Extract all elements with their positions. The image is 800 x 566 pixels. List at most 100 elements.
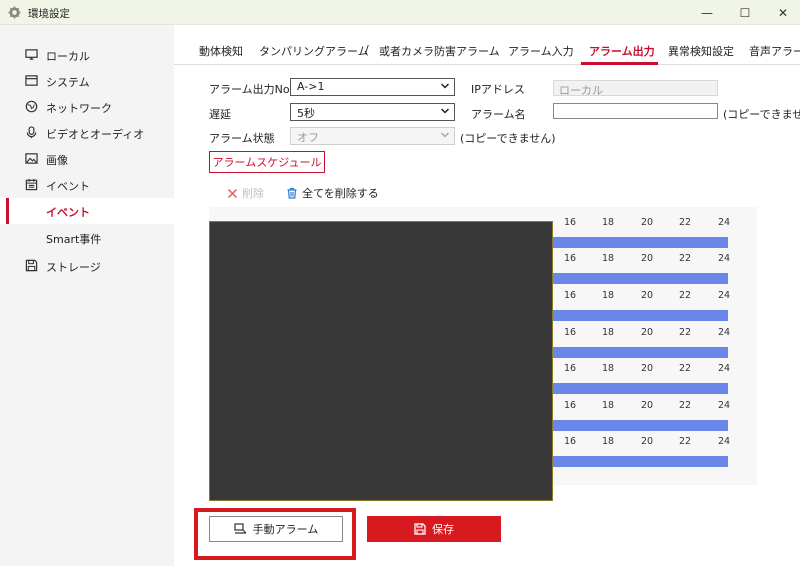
sidebar-item-label: 画像 bbox=[46, 154, 68, 167]
sidebar-item-image[interactable]: 画像 bbox=[0, 146, 174, 172]
tick-label: 20 bbox=[640, 436, 654, 447]
trash-icon bbox=[287, 187, 297, 199]
chevron-down-icon bbox=[440, 132, 450, 138]
tick-label: 24 bbox=[717, 290, 731, 301]
save-icon bbox=[25, 259, 38, 272]
tab-exception-settings[interactable]: 異常検知設定 bbox=[668, 43, 734, 59]
tick-label: 16 bbox=[563, 327, 577, 338]
tab-bar: 動体検知 タンパリングアラーム / 或者カメラ防害アラーム アラーム入力 アラー… bbox=[174, 36, 800, 65]
tick-label: 18 bbox=[601, 436, 615, 447]
schedule-bar[interactable] bbox=[551, 420, 728, 431]
tick-label: 16 bbox=[563, 290, 577, 301]
alarm-status-note: (コピーできません) bbox=[460, 132, 556, 145]
alarm-name-field[interactable] bbox=[553, 103, 718, 119]
schedule-bar[interactable] bbox=[551, 383, 728, 394]
ip-address-field[interactable]: ローカル bbox=[553, 80, 718, 97]
tick-label: 20 bbox=[640, 290, 654, 301]
sidebar: ローカル システム ネットワーク ビデオとオーディオ 画像 イベント イベント … bbox=[0, 25, 174, 566]
tick-label: 24 bbox=[717, 400, 731, 411]
save-button[interactable]: 保存 bbox=[367, 516, 501, 542]
redaction-overlay bbox=[209, 221, 553, 501]
alarm-schedule-button[interactable]: アラームスケジュール bbox=[209, 151, 325, 173]
schedule-bar[interactable] bbox=[551, 237, 728, 248]
tab-tampering-alarm[interactable]: タンパリングアラーム bbox=[259, 43, 369, 59]
delay-select[interactable]: 5秒 bbox=[290, 103, 455, 121]
chevron-down-icon bbox=[440, 83, 450, 89]
sidebar-item-storage[interactable]: ストレージ bbox=[0, 253, 174, 279]
sidebar-item-label: ビデオとオーディオ bbox=[46, 128, 145, 141]
tick-label: 16 bbox=[563, 217, 577, 228]
chevron-down-icon bbox=[440, 108, 450, 114]
alarm-status-value: オフ bbox=[297, 131, 319, 144]
sidebar-item-video-audio[interactable]: ビデオとオーディオ bbox=[0, 120, 174, 146]
sidebar-item-local[interactable]: ローカル bbox=[0, 42, 174, 68]
ip-address-label: IPアドレス bbox=[471, 83, 525, 96]
tick-label: 24 bbox=[717, 217, 731, 228]
tick-label: 20 bbox=[640, 363, 654, 374]
schedule-bar[interactable] bbox=[551, 456, 728, 467]
sidebar-subitem-event[interactable]: イベント bbox=[0, 198, 174, 224]
globe-icon bbox=[25, 100, 38, 113]
alarm-schedule-label: アラームスケジュール bbox=[212, 156, 322, 169]
alarm-status-label: アラーム状態 bbox=[209, 132, 275, 145]
delete-label: 削除 bbox=[242, 187, 264, 200]
alarm-output-no-label: アラーム出力No. bbox=[209, 83, 293, 96]
tab-camera-obstruction-alarm[interactable]: 或者カメラ防害アラーム bbox=[379, 43, 500, 59]
alarm-output-no-value: A->1 bbox=[297, 80, 325, 93]
tick-label: 16 bbox=[563, 436, 577, 447]
sidebar-item-label: イベント bbox=[46, 180, 90, 193]
image-icon bbox=[25, 153, 38, 164]
monitor-icon bbox=[25, 49, 38, 60]
tick-label: 22 bbox=[678, 363, 692, 374]
alarm-status-select[interactable]: オフ bbox=[290, 127, 455, 145]
delay-label: 遅延 bbox=[209, 108, 231, 121]
tick-label: 22 bbox=[678, 217, 692, 228]
title-bar: 環境設定 — ☐ ✕ bbox=[0, 0, 800, 25]
tick-label: 16 bbox=[563, 363, 577, 374]
tick-label: 20 bbox=[640, 253, 654, 264]
sidebar-subitem-smart-event[interactable]: Smart事件 bbox=[0, 225, 174, 251]
delay-value: 5秒 bbox=[297, 107, 315, 120]
mic-icon bbox=[26, 126, 37, 139]
sidebar-item-system[interactable]: システム bbox=[0, 68, 174, 94]
delete-button[interactable]: 削除 bbox=[227, 185, 264, 201]
ip-address-value: ローカル bbox=[559, 84, 603, 97]
tick-label: 20 bbox=[640, 327, 654, 338]
app-icon bbox=[8, 6, 21, 19]
alarm-output-no-select[interactable]: A->1 bbox=[290, 78, 455, 96]
schedule-bar[interactable] bbox=[551, 347, 728, 358]
tick-label: 24 bbox=[717, 253, 731, 264]
manual-alarm-button[interactable]: 手動アラーム bbox=[209, 516, 343, 542]
tick-label: 16 bbox=[563, 400, 577, 411]
tick-label: 18 bbox=[601, 363, 615, 374]
minimize-icon: — bbox=[701, 5, 713, 20]
alarm-name-label: アラーム名 bbox=[471, 108, 526, 121]
tab-alarm-output[interactable]: アラーム出力 bbox=[589, 43, 655, 59]
tick-label: 18 bbox=[601, 290, 615, 301]
tab-motion-detection[interactable]: 動体検知 bbox=[199, 43, 243, 59]
delete-all-label: 全てを削除する bbox=[302, 187, 379, 200]
delete-all-button[interactable]: 全てを削除する bbox=[286, 185, 379, 201]
tab-alarm-input[interactable]: アラーム入力 bbox=[508, 43, 574, 59]
maximize-button[interactable]: ☐ bbox=[728, 0, 762, 25]
tick-label: 22 bbox=[678, 327, 692, 338]
tab-separator: / bbox=[365, 43, 369, 56]
tab-audio-alarm[interactable]: 音声アラー bbox=[749, 43, 800, 59]
maximize-icon: ☐ bbox=[739, 5, 751, 20]
schedule-bar[interactable] bbox=[551, 310, 728, 321]
sidebar-item-network[interactable]: ネットワーク bbox=[0, 94, 174, 120]
tick-label: 22 bbox=[678, 253, 692, 264]
tick-label: 16 bbox=[563, 253, 577, 264]
alarm-name-note: (コピーできませ bbox=[723, 108, 800, 121]
sidebar-item-label: イベント bbox=[46, 206, 90, 219]
manual-alarm-label: 手動アラーム bbox=[252, 523, 319, 536]
save-label: 保存 bbox=[432, 523, 454, 536]
schedule-bar[interactable] bbox=[551, 273, 728, 284]
tick-label: 20 bbox=[640, 217, 654, 228]
close-icon: ✕ bbox=[777, 5, 789, 20]
minimize-button[interactable]: — bbox=[690, 0, 724, 25]
save-icon bbox=[414, 523, 426, 535]
sidebar-item-event[interactable]: イベント bbox=[0, 172, 174, 198]
tick-label: 18 bbox=[601, 217, 615, 228]
close-button[interactable]: ✕ bbox=[766, 0, 800, 25]
